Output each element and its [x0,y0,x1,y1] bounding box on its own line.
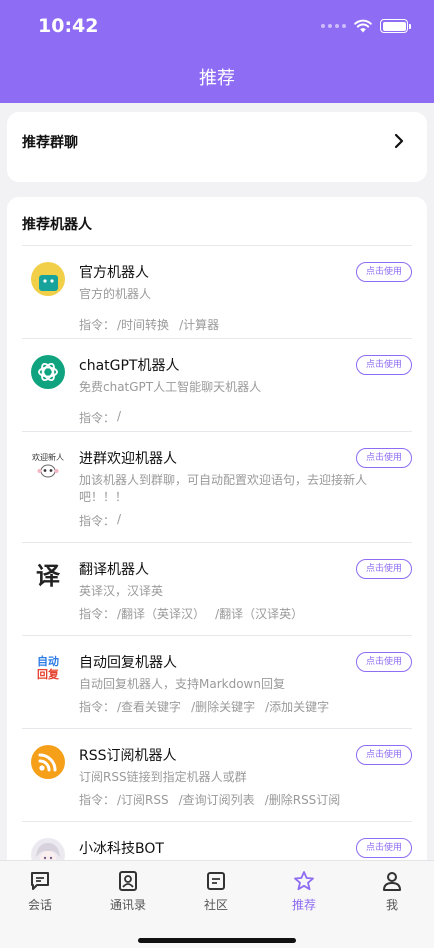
bot-commands: 指令： /时间转换 /计算器 [79,316,229,333]
bot-commands: 指令： / [79,512,131,529]
command: / [117,512,122,526]
bot-commands: 指令： / [79,409,131,426]
battery-icon [380,19,411,33]
recommended-bots-card: 推荐机器人 官方机器人 官方的机器人 指令： /时间转换 /计算器 点击使用 c… [7,197,427,897]
translate-glyph: 译 [36,562,60,590]
bot-item: 自动 回复 自动回复机器人 自动回复机器人，支持Markdown回复 指令： /… [22,635,412,728]
commands-label: 指令： [79,700,116,714]
auto-reply-text-top: 自动 [37,655,59,668]
bot-name: RSS订阅机器人 [79,748,177,764]
use-bot-button[interactable]: 点击使用 [356,559,412,579]
auto-reply-icon: 自动 回复 [31,652,65,686]
command: /删除关键字 [191,700,256,714]
tab-me[interactable]: 我 [357,869,427,913]
tab-contacts[interactable]: 通讯录 [93,869,163,913]
command: /翻译（英译汉） [117,607,206,621]
star-icon [294,871,314,891]
welcome-face-icon [37,464,59,478]
bot-list: 官方机器人 官方的机器人 指令： /时间转换 /计算器 点击使用 chatGPT… [7,245,427,897]
tab-label: 我 [385,898,398,912]
wifi-icon [354,19,372,33]
signal-icon [321,24,346,28]
tab-recommend[interactable]: 推荐 [269,869,339,913]
tab-chats[interactable]: 会话 [5,869,75,913]
commands-label: 指令： [79,514,116,528]
bot-item: 译 翻译机器人 英译汉，汉译英 指令： /翻译（英译汉） /翻译（汉译英） 点击… [22,542,412,635]
tab-label: 社区 [203,898,228,912]
use-bot-button[interactable]: 点击使用 [356,652,412,672]
page-title: 推荐 [199,68,235,89]
bot-item: 欢迎新人 进群欢迎机器人 加该机器人到群聊，可自动配置欢迎语句，去迎接新人吧！！… [22,431,412,542]
bot-description: 免费chatGPT人工智能聊天机器人 [79,380,262,394]
tab-bar: 会话 通讯录 社区 推荐 我 [0,860,434,948]
official-bot-icon [31,262,65,296]
tab-label: 推荐 [291,898,316,912]
command: /翻译（汉译英） [215,607,304,621]
recommended-bots-title: 推荐机器人 [22,217,92,233]
bot-commands: 指令： /翻译（英译汉） /翻译（汉译英） [79,605,313,622]
status-time: 10:42 [38,15,99,37]
recommended-groups-title: 推荐群聊 [22,135,78,151]
bot-name: 小冰科技BOT [79,841,164,857]
chat-icon [31,872,49,890]
use-bot-button[interactable]: 点击使用 [356,262,412,282]
bot-description: 英译汉，汉译英 [79,584,164,598]
welcome-avatar-text: 欢迎新人 [32,453,64,462]
person-icon [383,872,401,891]
chevron-right-icon [394,133,404,149]
status-bar: 10:42 [0,0,434,52]
use-bot-button[interactable]: 点击使用 [356,355,412,375]
bot-description: 加该机器人到群聊，可自动配置欢迎语句，去迎接新人吧！！！ [79,473,368,504]
welcome-bot-icon: 欢迎新人 [31,448,65,482]
bot-name: 官方机器人 [79,265,149,281]
community-icon [207,872,225,890]
command: /查看关键字 [117,700,182,714]
tab-label: 会话 [27,898,52,912]
bot-item: RSS订阅机器人 订阅RSS链接到指定机器人或群 指令： /订阅RSS /查询订… [22,728,412,821]
bot-commands: 指令： /查看关键字 /删除关键字 /添加关键字 [79,698,339,715]
commands-label: 指令： [79,607,116,621]
bot-name: 翻译机器人 [79,562,149,578]
commands-label: 指令： [79,318,116,332]
bot-item: 官方机器人 官方的机器人 指令： /时间转换 /计算器 点击使用 [22,245,412,338]
commands-label: 指令： [79,793,116,807]
translate-icon: 译 [31,559,65,593]
use-bot-button[interactable]: 点击使用 [356,745,412,765]
status-icons [321,17,411,35]
auto-reply-text-bottom: 回复 [37,668,59,681]
chatgpt-icon [31,355,65,389]
bot-item: chatGPT机器人 免费chatGPT人工智能聊天机器人 指令： / 点击使用 [22,338,412,431]
recommended-groups-row[interactable]: 推荐群聊 [7,112,427,182]
command: /查询订阅列表 [178,793,255,807]
bot-description: 自动回复机器人，支持Markdown回复 [79,677,285,691]
bot-commands: 指令： /订阅RSS /查询订阅列表 /删除RSS订阅 [79,791,350,808]
rss-icon [31,745,65,779]
bot-description: 订阅RSS链接到指定机器人或群 [79,770,247,784]
bot-name: 自动回复机器人 [79,655,177,671]
use-bot-button[interactable]: 点击使用 [356,448,412,468]
home-indicator [138,938,296,943]
commands-label: 指令： [79,411,116,425]
command: /时间转换 [117,318,170,332]
command: /删除RSS订阅 [264,793,341,807]
bot-description: 官方的机器人 [79,287,152,301]
tab-label: 通讯录 [109,898,146,912]
command: /订阅RSS [117,793,169,807]
contacts-icon [119,871,137,891]
command: /计算器 [179,318,220,332]
header: 10:42 推荐 [0,0,434,103]
tab-community[interactable]: 社区 [181,869,251,913]
bot-name: 进群欢迎机器人 [79,451,177,467]
bot-name: chatGPT机器人 [79,358,180,374]
use-bot-button[interactable]: 点击使用 [356,838,412,858]
command: / [117,409,122,423]
command: /添加关键字 [265,700,330,714]
